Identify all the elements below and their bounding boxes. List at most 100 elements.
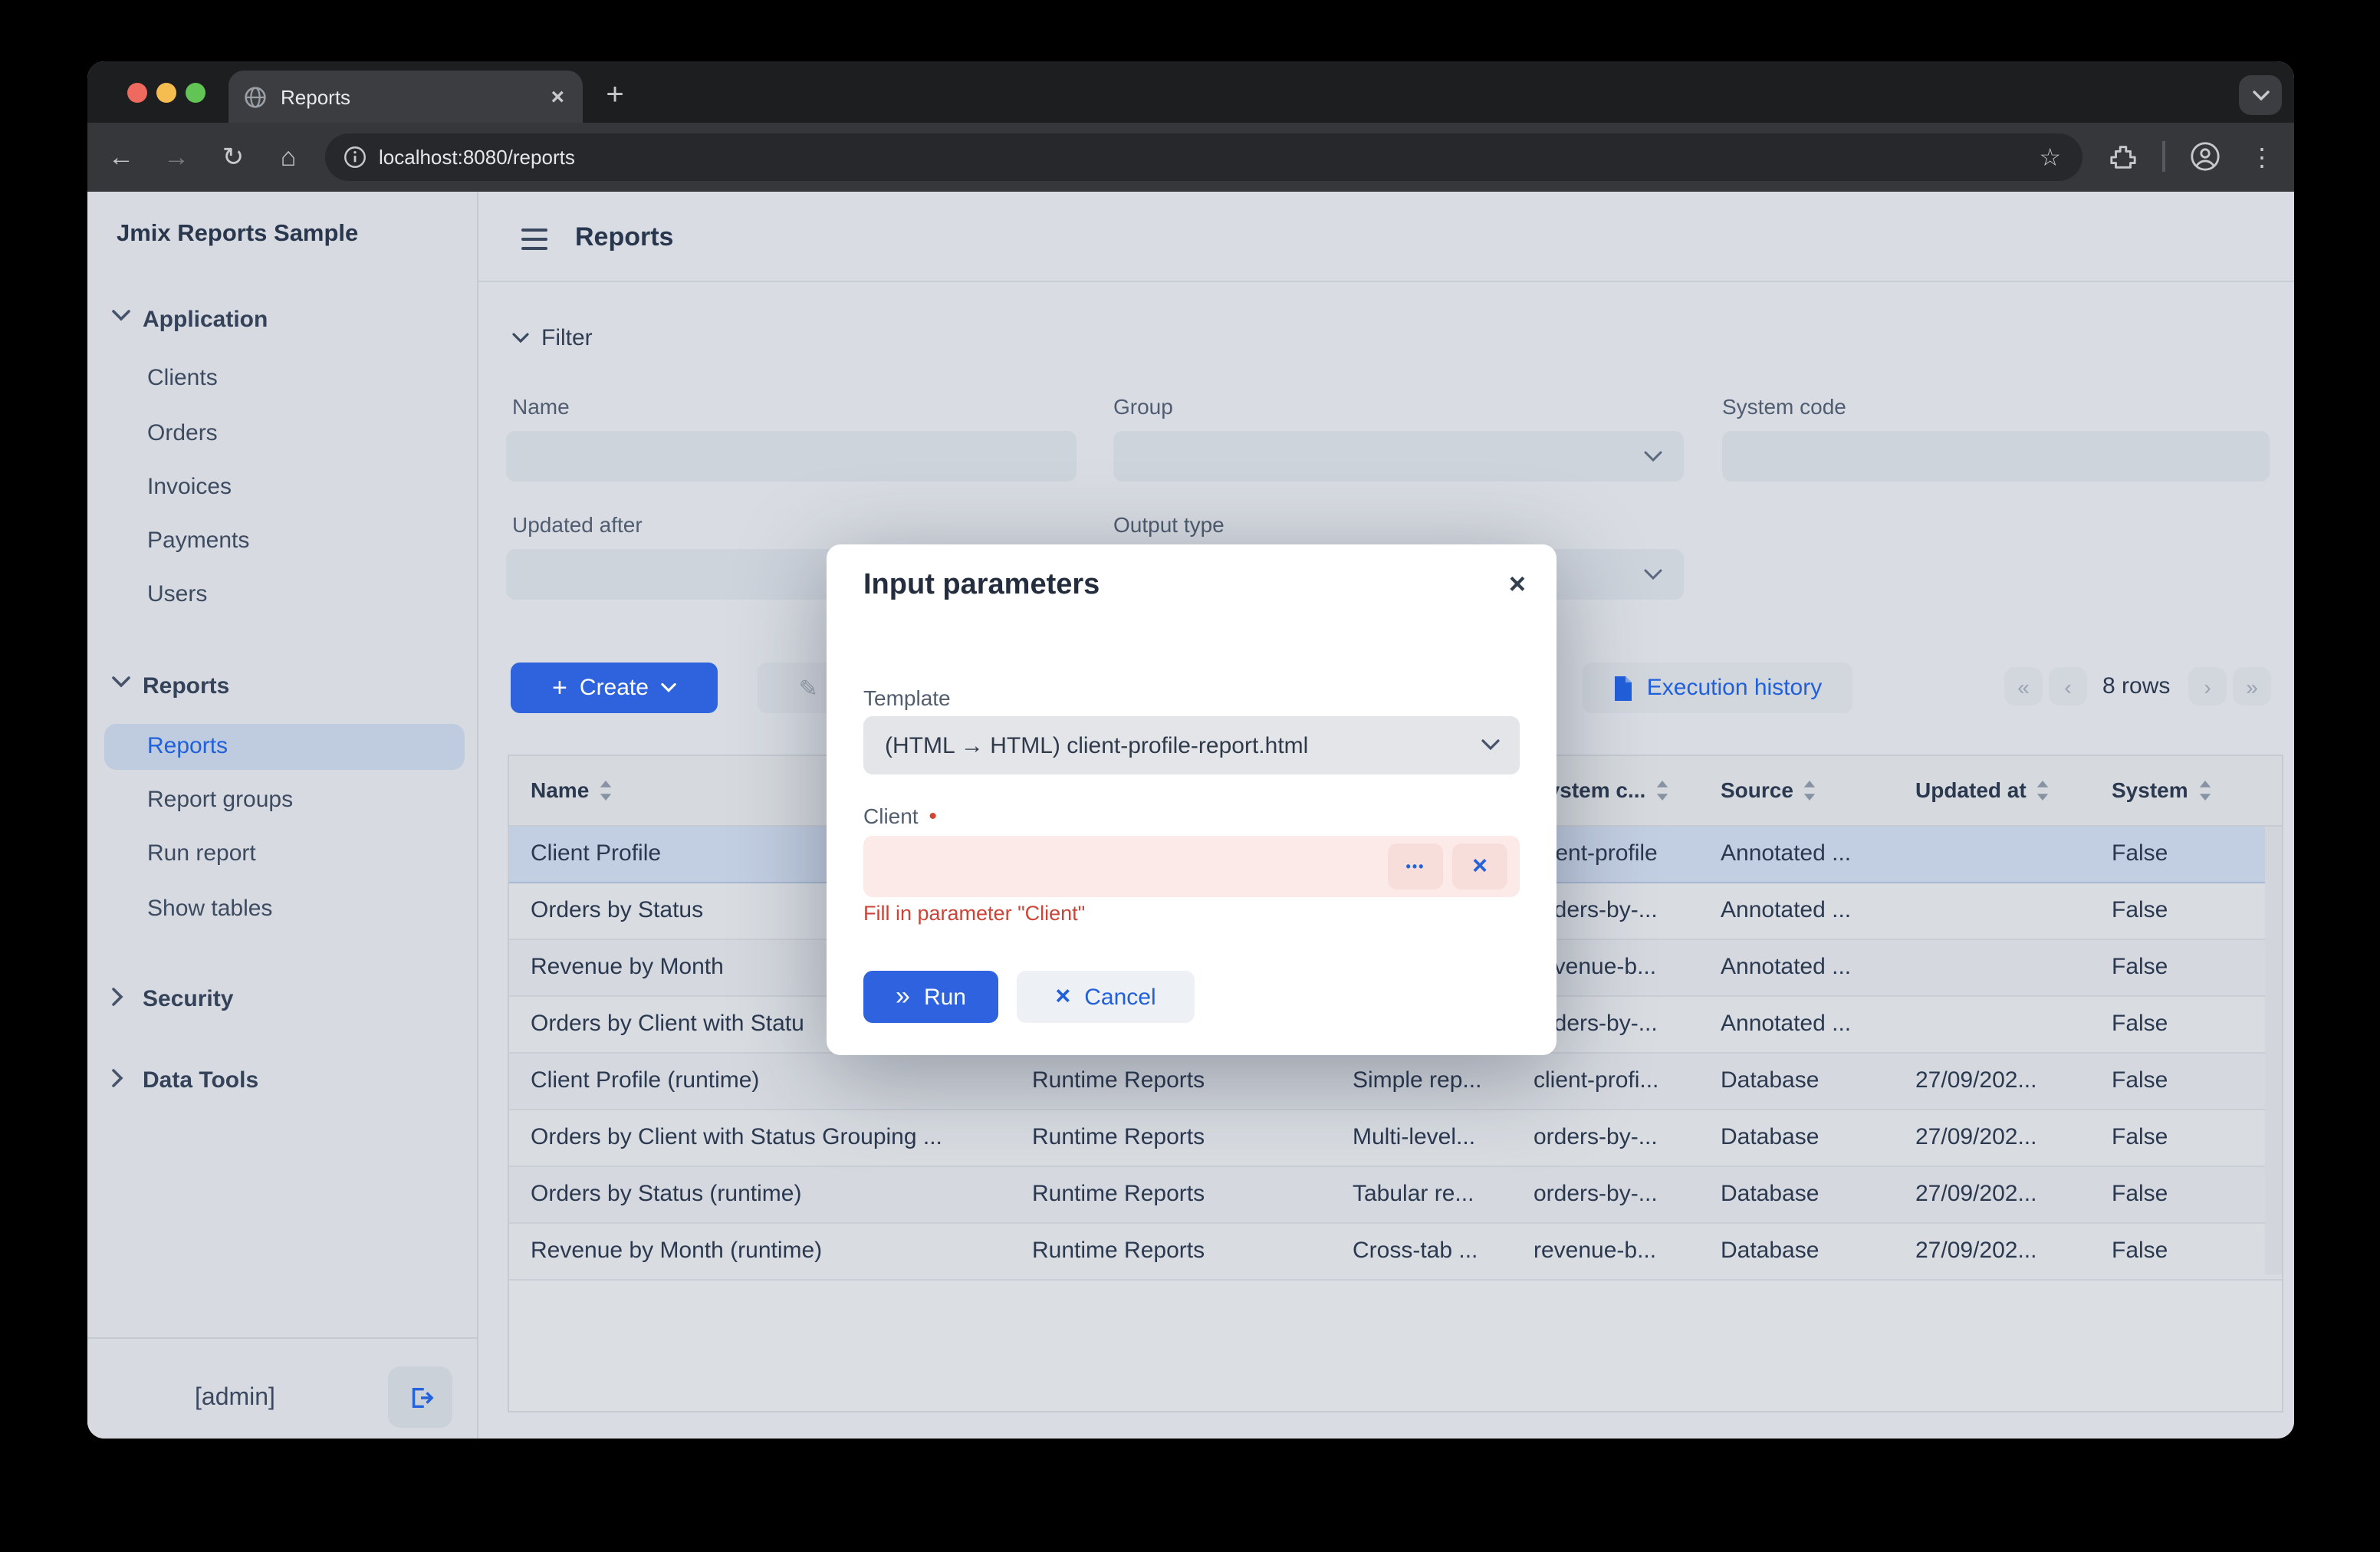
cell-description: Cross-tab ... <box>1353 1238 1521 1264</box>
table-scrollbar[interactable] <box>2265 827 2282 1274</box>
sidebar-section-reports[interactable]: Reports <box>143 673 229 699</box>
chevron-right-icon[interactable] <box>112 1069 124 1087</box>
cell-system: False <box>2112 1238 2211 1264</box>
chevron-right-icon[interactable] <box>112 988 124 1006</box>
chevron-down-icon <box>661 682 676 693</box>
profile-avatar-icon[interactable] <box>2190 141 2221 172</box>
sort-icon[interactable] <box>600 780 612 800</box>
filter-name-input[interactable] <box>506 431 1077 482</box>
cell-group: Runtime Reports <box>1032 1067 1337 1093</box>
cell-system-code: orders-by-... <box>1534 897 1708 923</box>
chevron-down-icon[interactable] <box>512 333 529 344</box>
table-row[interactable]: Orders by Client with Status Grouping ..… <box>509 1110 2282 1167</box>
cell-description: Tabular re... <box>1353 1181 1521 1207</box>
pagination-prev-button[interactable]: ‹ <box>2049 667 2087 705</box>
sort-icon[interactable] <box>1804 780 1816 800</box>
tab-search-button[interactable] <box>2239 75 2282 115</box>
sidebar-item-reports-label[interactable]: Reports <box>147 733 228 759</box>
bookmark-star-icon[interactable]: ☆ <box>2039 142 2061 173</box>
client-clear-button[interactable]: × <box>1452 843 1507 889</box>
client-field[interactable]: ••• × <box>863 836 1520 897</box>
traffic-light-zoom[interactable] <box>186 83 205 103</box>
logout-button[interactable] <box>388 1366 452 1428</box>
x-icon: × <box>1055 982 1070 1012</box>
cell-system: False <box>2112 840 2211 866</box>
filter-updated-after-label: Updated after <box>512 512 643 537</box>
chevron-down-icon[interactable] <box>112 676 130 689</box>
sidebar-item-run-report[interactable]: Run report <box>147 840 256 866</box>
column-header-system[interactable]: System <box>2112 778 2211 802</box>
execution-history-button[interactable]: Execution history <box>1583 663 1852 713</box>
input-parameters-dialog: Input parameters × Template (HTML → HTML… <box>827 544 1557 1055</box>
filter-system-code-input[interactable] <box>1722 431 2270 482</box>
column-header-source[interactable]: Source <box>1721 778 1816 802</box>
page-title: Reports <box>575 222 673 253</box>
traffic-light-minimize[interactable] <box>156 83 176 103</box>
cell-system-code: orders-by-... <box>1534 1011 1708 1037</box>
browser-tab[interactable]: Reports × <box>228 71 583 123</box>
sidebar: Jmix Reports Sample Application Clients … <box>87 192 478 1439</box>
chevron-down-icon[interactable] <box>112 310 130 322</box>
browser-menu-icon[interactable]: ⋮ <box>2240 136 2283 179</box>
sort-icon[interactable] <box>2199 780 2211 800</box>
home-button[interactable]: ⌂ <box>267 136 310 179</box>
table-row[interactable]: Revenue by Month (runtime) Runtime Repor… <box>509 1224 2282 1281</box>
traffic-light-close[interactable] <box>127 83 147 103</box>
sidebar-footer-divider <box>87 1337 478 1339</box>
pagination-next-button[interactable]: › <box>2188 667 2227 705</box>
filter-group-select[interactable] <box>1113 431 1684 482</box>
pagination-first-button[interactable]: « <box>2004 667 2043 705</box>
template-label: Template <box>863 686 951 710</box>
sidebar-item-report-groups[interactable]: Report groups <box>147 787 293 813</box>
filter-toggle[interactable]: Filter <box>541 325 593 351</box>
toolbar-divider <box>2162 141 2165 172</box>
cancel-button[interactable]: × Cancel <box>1017 971 1195 1023</box>
sort-icon[interactable] <box>1656 780 1668 800</box>
sidebar-item-clients[interactable]: Clients <box>147 365 218 391</box>
extensions-icon[interactable] <box>2109 143 2138 172</box>
cell-name: Revenue by Month (runtime) <box>531 1238 1021 1264</box>
back-button[interactable]: ← <box>100 136 143 179</box>
forward-button[interactable]: → <box>155 136 198 179</box>
create-button[interactable]: + Create <box>511 663 718 713</box>
pagination-last-button[interactable]: » <box>2233 667 2271 705</box>
menu-toggle-button[interactable] <box>521 222 547 256</box>
sidebar-item-payments[interactable]: Payments <box>147 528 249 554</box>
sidebar-item-users[interactable]: Users <box>147 581 207 607</box>
template-select[interactable]: (HTML → HTML) client-profile-report.html <box>863 716 1520 774</box>
run-button[interactable]: » Run <box>863 971 998 1023</box>
cell-updated-at: 27/09/202... <box>1915 1124 2096 1150</box>
site-info-icon[interactable] <box>344 146 367 169</box>
current-user-label: [admin] <box>195 1385 275 1412</box>
screenshot-stage: Reports × + ← → ↻ ⌂ localhost:8080/repor… <box>0 0 2380 1552</box>
table-row[interactable]: Orders by Status (runtime) Runtime Repor… <box>509 1167 2282 1224</box>
url-bar[interactable]: localhost:8080/reports ☆ <box>325 133 2082 181</box>
new-tab-button[interactable]: + <box>593 74 636 117</box>
column-header-updated-at[interactable]: Updated at <box>1915 778 2050 802</box>
validation-error-text: Fill in parameter "Client" <box>863 902 1085 925</box>
browser-toolbar: ← → ↻ ⌂ localhost:8080/reports ☆ ⋮ <box>87 123 2294 192</box>
dialog-close-icon[interactable]: × <box>1509 569 1526 603</box>
tab-close-icon[interactable]: × <box>551 84 564 110</box>
sidebar-section-security[interactable]: Security <box>143 986 233 1012</box>
cell-system: False <box>2112 954 2211 980</box>
sort-icon[interactable] <box>2037 780 2050 800</box>
cell-updated-at: 27/09/202... <box>1915 1181 2096 1207</box>
browser-tabstrip: Reports × + <box>87 61 2294 123</box>
sidebar-section-application[interactable]: Application <box>143 307 268 333</box>
cell-system: False <box>2112 1124 2211 1150</box>
client-picker-ellipsis-button[interactable]: ••• <box>1388 843 1443 889</box>
cell-source: Annotated ... <box>1721 840 1902 866</box>
table-row[interactable]: Client Profile (runtime) Runtime Reports… <box>509 1054 2282 1110</box>
sidebar-item-orders[interactable]: Orders <box>147 420 218 446</box>
cell-updated-at: 27/09/202... <box>1915 1238 2096 1264</box>
cell-system: False <box>2112 1067 2211 1093</box>
url-text[interactable]: localhost:8080/reports <box>379 146 2039 169</box>
sidebar-item-invoices[interactable]: Invoices <box>147 474 232 500</box>
sidebar-item-show-tables[interactable]: Show tables <box>147 896 272 922</box>
sidebar-section-data-tools[interactable]: Data Tools <box>143 1067 258 1093</box>
pencil-icon: ✎ <box>799 674 818 702</box>
template-select-value: (HTML → HTML) client-profile-report.html <box>885 732 1481 758</box>
column-header-name[interactable]: Name <box>531 778 612 802</box>
reload-button[interactable]: ↻ <box>212 136 255 179</box>
